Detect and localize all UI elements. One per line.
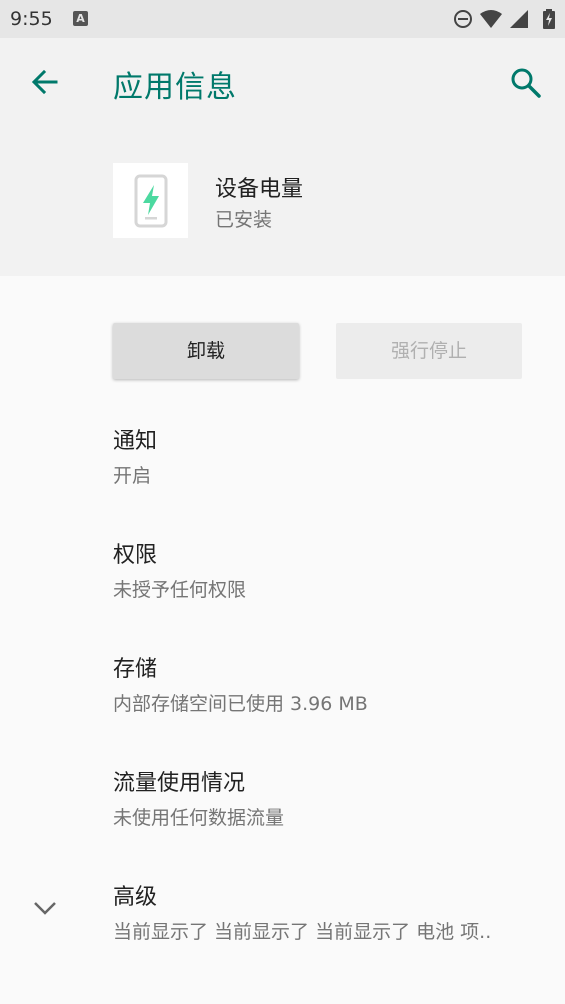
pref-summary: 内部存储空间已使用 3.96 MB: [113, 693, 368, 715]
wifi-icon: [480, 10, 502, 28]
pref-title: 高级: [113, 885, 158, 910]
app-header: 应用信息 设备电量 已安装: [0, 38, 565, 276]
back-arrow-icon[interactable]: [28, 65, 62, 99]
uninstall-button[interactable]: 卸载: [113, 323, 299, 379]
pref-summary: 未授予任何权限: [113, 579, 247, 601]
status-bar: 9:55 A: [0, 0, 565, 38]
page-title: 应用信息: [113, 70, 237, 105]
pref-title: 存储: [113, 657, 158, 682]
pref-title: 通知: [113, 429, 158, 454]
pref-title: 权限: [113, 543, 158, 568]
app-icon: [113, 163, 188, 238]
pref-data-usage[interactable]: 流量使用情况 未使用任何数据流量: [113, 765, 284, 830]
force-stop-button[interactable]: 强行停止: [336, 323, 522, 379]
pref-summary: 开启: [113, 465, 152, 487]
pref-permissions[interactable]: 权限 未授予任何权限: [113, 537, 246, 602]
battery-icon: [543, 9, 555, 29]
signal-icon: [510, 10, 528, 28]
app-name: 设备电量: [215, 177, 304, 202]
do-not-disturb-icon: [454, 10, 472, 28]
chevron-down-icon[interactable]: [30, 893, 60, 923]
status-time: 9:55: [10, 8, 53, 30]
pref-advanced[interactable]: 高级 当前显示了 当前显示了 当前显示了 电池 项..: [113, 879, 543, 944]
pref-summary: 未使用任何数据流量: [113, 807, 285, 829]
pref-storage[interactable]: 存储 内部存储空间已使用 3.96 MB: [113, 651, 368, 716]
search-icon[interactable]: [509, 66, 543, 100]
app-install-status: 已安装: [215, 209, 273, 231]
pref-notifications[interactable]: 通知 开启: [113, 423, 157, 488]
pref-summary: 当前显示了 当前显示了 当前显示了 电池 项..: [113, 921, 492, 943]
pref-title: 流量使用情况: [113, 771, 246, 796]
notification-icon: A: [73, 11, 88, 26]
battery-charging-icon: [134, 174, 168, 228]
